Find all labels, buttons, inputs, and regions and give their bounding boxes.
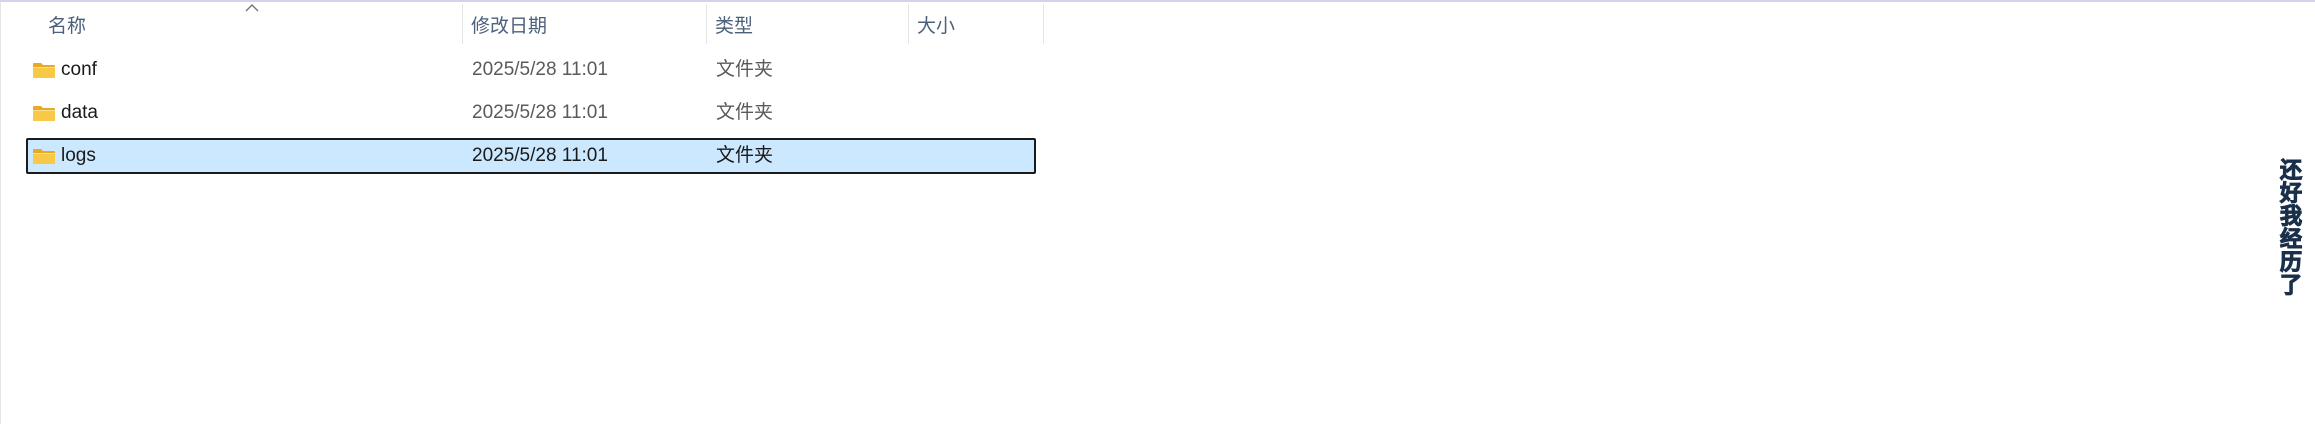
overlay-caption-text: 还好我经历了 bbox=[2276, 158, 2302, 297]
column-header-name[interactable]: 名称 bbox=[48, 2, 458, 46]
folder-icon bbox=[33, 63, 55, 78]
column-divider[interactable] bbox=[706, 4, 707, 44]
column-header-type[interactable]: 类型 bbox=[715, 2, 905, 46]
column-header-row: 名称 修改日期 类型 大小 bbox=[0, 2, 1045, 46]
file-type: 文件夹 bbox=[716, 145, 774, 166]
file-list-row-selected[interactable]: logs 2025/5/28 11:01 文件夹 bbox=[26, 138, 1036, 174]
file-list-row[interactable]: conf 2025/5/28 11:01 文件夹 bbox=[26, 52, 1036, 88]
folder-icon bbox=[33, 106, 55, 121]
column-header-size-label: 大小 bbox=[917, 15, 956, 37]
file-list-row[interactable]: data 2025/5/28 11:01 文件夹 bbox=[26, 95, 1036, 131]
file-name: logs bbox=[61, 145, 96, 166]
file-modified-date: 2025/5/28 11:01 bbox=[472, 59, 608, 80]
folder-icon bbox=[33, 149, 55, 164]
column-header-modified-label: 修改日期 bbox=[471, 15, 548, 37]
overlay-vertical-caption: 还好我经历了 bbox=[2268, 158, 2308, 308]
column-header-modified[interactable]: 修改日期 bbox=[471, 2, 701, 46]
file-modified-date: 2025/5/28 11:01 bbox=[472, 145, 608, 166]
column-header-type-label: 类型 bbox=[715, 15, 754, 37]
file-name: data bbox=[61, 102, 98, 123]
column-header-size[interactable]: 大小 bbox=[917, 2, 1037, 46]
column-divider[interactable] bbox=[908, 4, 909, 44]
file-name: conf bbox=[61, 59, 97, 80]
window-left-border bbox=[0, 2, 1, 424]
file-type: 文件夹 bbox=[716, 102, 774, 123]
column-divider[interactable] bbox=[462, 4, 463, 44]
file-type: 文件夹 bbox=[716, 59, 774, 80]
file-modified-date: 2025/5/28 11:01 bbox=[472, 102, 608, 123]
column-divider[interactable] bbox=[1043, 4, 1044, 44]
column-header-name-label: 名称 bbox=[48, 15, 87, 37]
